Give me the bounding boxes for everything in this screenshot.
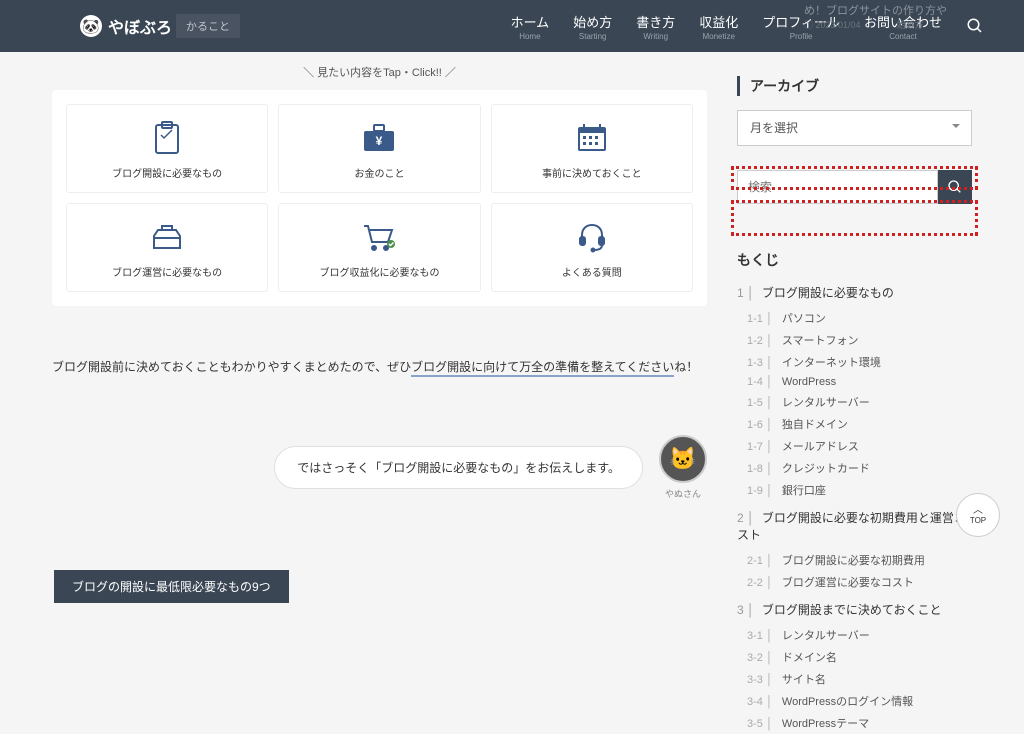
- briefcase-yen-icon: ¥: [287, 121, 471, 155]
- toc-item[interactable]: 3-4 │ WordPressのログイン情報: [747, 690, 972, 712]
- logo-text: やぼぶろ: [108, 14, 172, 38]
- toc-heading: もくじ: [737, 250, 972, 270]
- toc-item[interactable]: 1-9 │ 銀行口座: [747, 479, 972, 501]
- toc-item[interactable]: 1-2 │ スマートフォン: [747, 329, 972, 351]
- search-icon: [947, 179, 963, 195]
- toc-item[interactable]: 1-1 │ パソコン: [747, 307, 972, 329]
- toc: 1 │ ブログ開設に必要なもの1-1 │ パソコン1-2 │ スマートフォン1-…: [737, 284, 972, 734]
- clipboard-icon: [75, 121, 259, 155]
- toc-item[interactable]: 1-4 │ WordPress: [747, 373, 972, 391]
- tap-click-hint: ＼ 見たい内容をTap・Click!! ／: [52, 64, 707, 80]
- search-button[interactable]: [938, 170, 972, 204]
- toc-item[interactable]: 1-7 │ メールアドレス: [747, 435, 972, 457]
- toc-section-title[interactable]: 3 │ ブログ開設までに決めておくこと: [737, 601, 972, 618]
- toc-item[interactable]: 1-6 │ 独自ドメイン: [747, 413, 972, 435]
- intro-paragraph: ブログ開設前に決めておくこともわかりやすくまとめたので、ぜひブログ開設に向けて万…: [52, 356, 707, 379]
- speech-avatar: 🐱 やぬさん: [659, 435, 707, 500]
- toc-item[interactable]: 3-5 │ WordPressテーマ: [747, 712, 972, 734]
- avatar-icon: 🐱: [659, 435, 707, 483]
- toc-item[interactable]: 3-2 │ ドメイン名: [747, 646, 972, 668]
- toc-item[interactable]: 1-5 │ レンタルサーバー: [747, 391, 972, 413]
- card-faq[interactable]: よくある質問: [491, 203, 693, 292]
- toc-section-title[interactable]: 2 │ ブログ開設に必要な初期費用と運営コスト: [737, 509, 972, 543]
- nav-home[interactable]: ホームHome: [511, 12, 550, 41]
- archive-heading: アーカイブ: [737, 76, 972, 96]
- card-money[interactable]: ¥ お金のこと: [278, 104, 480, 193]
- toolbox-icon: [75, 220, 259, 254]
- sidebar: アーカイブ 月を選択 もくじ 1 │ ブログ開設に必要なもの 1-1 │ パソコン…: [737, 52, 972, 734]
- logo-icon: 🐼: [80, 15, 102, 37]
- speech-block: ではさっそく「ブログ開設に必要なもの」をお伝えします。 🐱 やぬさん: [52, 435, 707, 500]
- site-header: 🐼 やぼぶろ かること ホームHome 始め方Starting 書き方Writi…: [0, 0, 1024, 52]
- cart-icon: [287, 220, 471, 254]
- card-requirements[interactable]: ブログ開設に必要なもの: [66, 104, 268, 193]
- toc-item[interactable]: 2-1 │ ブログ開設に必要な初期費用: [747, 549, 972, 571]
- scroll-to-top-button[interactable]: ︿ TOP: [956, 493, 1000, 537]
- nav-starting[interactable]: 始め方Starting: [573, 12, 612, 41]
- card-grid-container: ブログ開設に必要なもの ¥ お金のこと 事前に決めておくこと ブログ運営に必要な…: [52, 90, 707, 306]
- card-decide[interactable]: 事前に決めておくこと: [491, 104, 693, 193]
- main-content: ＼ 見たい内容をTap・Click!! ／ ブログ開設に必要なもの ¥ お金のこ…: [52, 52, 707, 734]
- chevron-up-icon: ︿: [973, 506, 983, 516]
- headset-icon: [500, 220, 684, 254]
- toc-item[interactable]: 3-1 │ レンタルサーバー: [747, 624, 972, 646]
- toc-item[interactable]: 2-2 │ ブログ運営に必要なコスト: [747, 571, 972, 593]
- header-tooltip: かること: [176, 14, 240, 38]
- header-ghost-text: め！ブログサイトの作り方や ① 2023/01/04 始め方: [804, 4, 974, 32]
- archive-month-select[interactable]: 月を選択: [737, 110, 972, 146]
- nav-monetize[interactable]: 収益化Monetize: [699, 12, 738, 41]
- search-input[interactable]: [737, 170, 938, 204]
- card-operation[interactable]: ブログ運営に必要なもの: [66, 203, 268, 292]
- section-heading-tag: ブログの開設に最低限必要なもの9つ: [54, 570, 289, 603]
- speech-bubble: ではさっそく「ブログ開設に必要なもの」をお伝えします。: [274, 446, 643, 489]
- toc-section-title[interactable]: 1 │ ブログ開設に必要なもの: [737, 284, 972, 301]
- toc-item[interactable]: 1-8 │ クレジットカード: [747, 457, 972, 479]
- card-monetize[interactable]: ブログ収益化に必要なもの: [278, 203, 480, 292]
- toc-item[interactable]: 3-3 │ サイト名: [747, 668, 972, 690]
- toc-item[interactable]: 1-3 │ インターネット環境: [747, 351, 972, 373]
- nav-writing[interactable]: 書き方Writing: [636, 12, 675, 41]
- svg-text:¥: ¥: [376, 134, 383, 148]
- calendar-icon: [500, 121, 684, 155]
- logo[interactable]: 🐼 やぼぶろ: [80, 14, 172, 38]
- annotation-box-bottom: [731, 200, 978, 236]
